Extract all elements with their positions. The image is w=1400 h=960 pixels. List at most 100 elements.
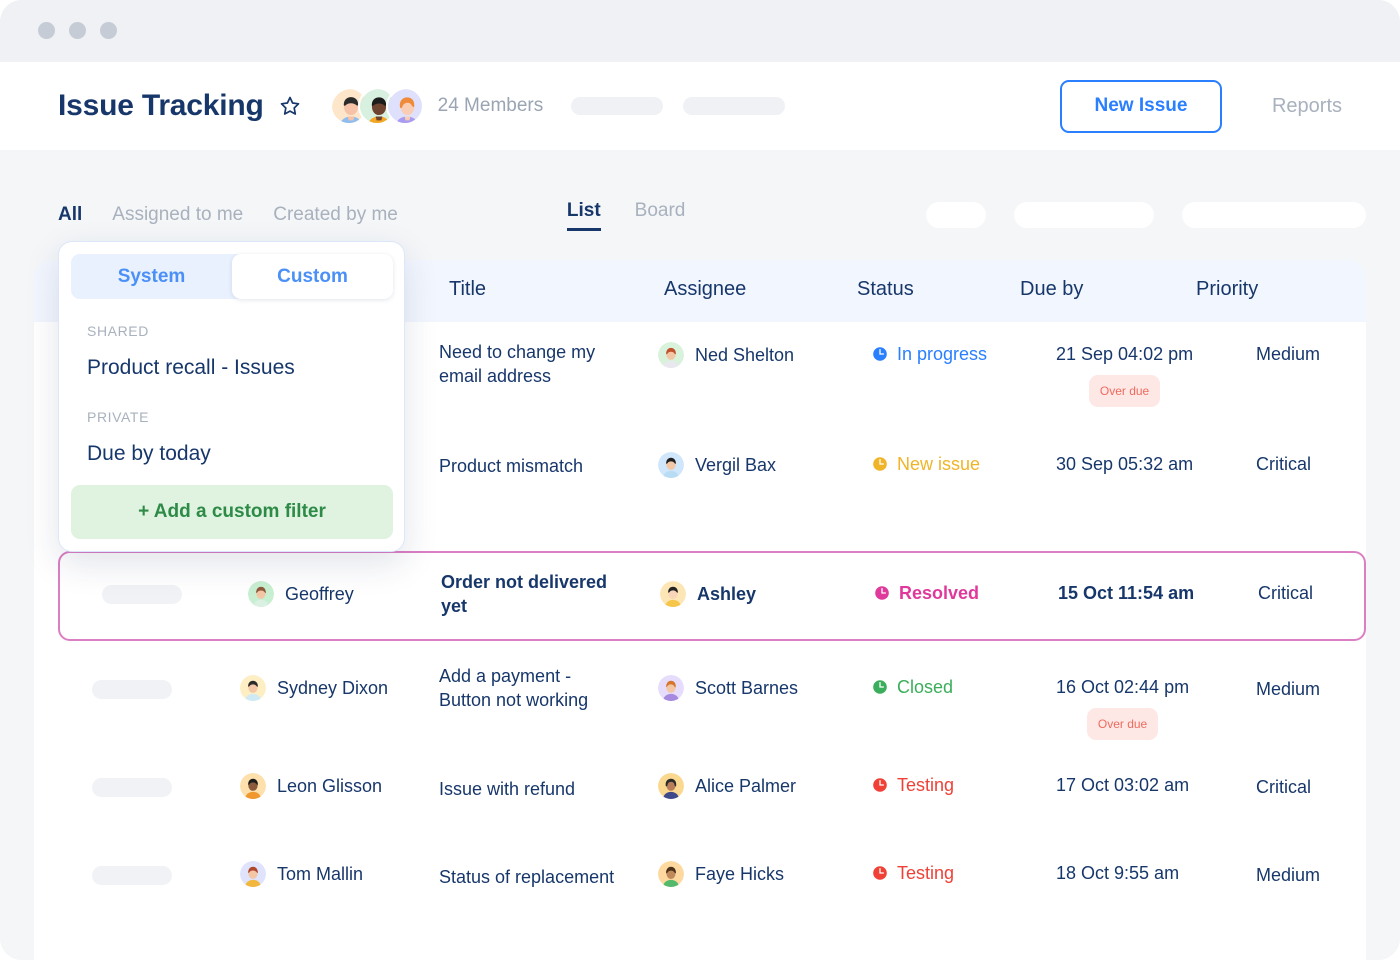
tab-assigned-to-me[interactable]: Assigned to me: [112, 204, 243, 226]
cell-priority: Critical: [1258, 581, 1313, 605]
column-header-assignee[interactable]: Assignee: [664, 278, 746, 301]
tab-board-view[interactable]: Board: [635, 200, 686, 228]
cell-status: Testing: [872, 861, 954, 885]
row-requester-placeholder: [102, 585, 182, 604]
requester-name: Leon Glisson: [277, 774, 382, 798]
column-header-priority[interactable]: Priority: [1196, 278, 1258, 301]
page-title: Issue Tracking: [58, 89, 264, 123]
toolbar-placeholders: [926, 202, 1366, 228]
clock-closed-icon: [872, 679, 888, 695]
table-row-selected[interactable]: Geoffrey Order not delivered yet Ashley: [58, 551, 1366, 641]
cell-title: Status of replacement: [439, 865, 659, 889]
cell-priority: Critical: [1256, 775, 1311, 799]
requester-avatar: [240, 861, 266, 887]
add-custom-filter-button[interactable]: + Add a custom filter: [71, 485, 393, 539]
cell-priority: Medium: [1256, 863, 1320, 887]
table-row[interactable]: Leon Glisson Issue with refund Alice Pal…: [34, 753, 1366, 841]
cell-due-by: 16 Oct 02:44 pm Over due: [1056, 675, 1189, 740]
header-actions: New Issue Reports: [1060, 80, 1400, 133]
due-by-value: 21 Sep 04:02 pm: [1056, 344, 1193, 364]
column-header-due-by[interactable]: Due by: [1020, 278, 1083, 301]
cell-requester: Sydney Dixon: [240, 675, 388, 701]
cell-assignee: Ashley: [660, 581, 756, 607]
assignee-name: Faye Hicks: [695, 862, 784, 886]
assignee-avatar: [658, 861, 684, 887]
requester-avatar: [240, 675, 266, 701]
status-badge-overdue: Over due: [1089, 375, 1160, 407]
filter-tab-group: All Assigned to me Created by me: [58, 204, 398, 226]
assignee-name: Ashley: [697, 582, 756, 606]
clock-in-progress-icon: [872, 346, 888, 362]
cell-title: Issue with refund: [439, 777, 629, 801]
members-count: 24 Members: [438, 95, 544, 117]
tab-all[interactable]: All: [58, 204, 82, 226]
member-avatar-stack[interactable]: [330, 87, 424, 125]
column-header-status[interactable]: Status: [857, 278, 914, 301]
toolbar-placeholder-1[interactable]: [926, 202, 986, 228]
cell-status: Resolved: [874, 581, 979, 605]
star-outline-icon[interactable]: [278, 94, 302, 118]
toolbar-tabs: All Assigned to me Created by me List Bo…: [0, 192, 1400, 238]
table-row[interactable]: Tom Mallin Status of replacement Faye Hi…: [34, 841, 1366, 929]
table-row[interactable]: Sydney Dixon Add a payment - Button not …: [34, 645, 1366, 745]
filter-group-label-private: PRIVATE: [87, 409, 149, 425]
cell-assignee: Scott Barnes: [658, 675, 798, 701]
cell-requester: Geoffrey: [248, 581, 354, 607]
cell-status: New issue: [872, 452, 980, 476]
row-requester-placeholder: [92, 778, 172, 797]
column-header-title[interactable]: Title: [449, 278, 486, 301]
tab-created-by-me[interactable]: Created by me: [273, 204, 398, 226]
filter-group-label-shared: SHARED: [87, 323, 149, 339]
assignee-avatar: [660, 581, 686, 607]
cell-due-by: 17 Oct 03:02 am: [1056, 773, 1189, 797]
toolbar-placeholder-2[interactable]: [1014, 202, 1154, 228]
cell-title: Order not delivered yet: [441, 570, 616, 618]
status-badge-overdue: Over due: [1087, 708, 1158, 740]
browser-window: Issue Tracking: [0, 0, 1400, 960]
filter-item-due-by-today[interactable]: Due by today: [87, 442, 211, 466]
status-label: Testing: [897, 773, 954, 797]
cell-priority: Critical: [1256, 452, 1311, 476]
cell-status: Testing: [872, 773, 954, 797]
window-maximize-dot[interactable]: [100, 22, 117, 39]
member-avatar-3: [386, 87, 424, 125]
clock-new-issue-icon: [872, 456, 888, 472]
reports-link[interactable]: Reports: [1272, 95, 1342, 118]
requester-name: Sydney Dixon: [277, 676, 388, 700]
cell-assignee: Vergil Bax: [658, 452, 776, 478]
filter-popover: System Custom SHARED Product recall - Is…: [58, 241, 405, 552]
assignee-avatar: [658, 675, 684, 701]
new-issue-button[interactable]: New Issue: [1060, 80, 1222, 133]
cell-title: Add a payment - Button not working: [439, 664, 619, 712]
assignee-avatar: [658, 452, 684, 478]
segment-system[interactable]: System: [71, 254, 232, 299]
requester-name: Geoffrey: [285, 582, 354, 606]
cell-title: Product mismatch: [439, 454, 629, 478]
clock-testing-icon: [872, 777, 888, 793]
toolbar-placeholder-3[interactable]: [1182, 202, 1366, 228]
row-requester-placeholder: [92, 680, 172, 699]
assignee-avatar: [658, 342, 684, 368]
assignee-name: Ned Shelton: [695, 343, 794, 367]
cell-title: Need to change my email address: [439, 340, 619, 388]
segment-custom[interactable]: Custom: [232, 254, 393, 299]
assignee-name: Alice Palmer: [695, 774, 796, 798]
cell-assignee: Faye Hicks: [658, 861, 784, 887]
tab-list-view[interactable]: List: [567, 200, 601, 231]
window-minimize-dot[interactable]: [69, 22, 86, 39]
assignee-name: Scott Barnes: [695, 676, 798, 700]
status-label: Closed: [897, 675, 953, 699]
cell-due-by: 15 Oct 11:54 am: [1058, 581, 1194, 605]
window-traffic-lights: [38, 22, 117, 39]
clock-testing-icon: [872, 865, 888, 881]
cell-priority: Medium: [1256, 342, 1320, 366]
requester-avatar: [240, 773, 266, 799]
filter-item-product-recall[interactable]: Product recall - Issues: [87, 356, 295, 380]
status-label: Resolved: [899, 581, 979, 605]
assignee-avatar: [658, 773, 684, 799]
requester-name: Tom Mallin: [277, 862, 363, 886]
window-close-dot[interactable]: [38, 22, 55, 39]
assignee-name: Vergil Bax: [695, 453, 776, 477]
content-area: All Assigned to me Created by me List Bo…: [0, 150, 1400, 960]
cell-due-by: 21 Sep 04:02 pm Over due: [1056, 342, 1193, 407]
